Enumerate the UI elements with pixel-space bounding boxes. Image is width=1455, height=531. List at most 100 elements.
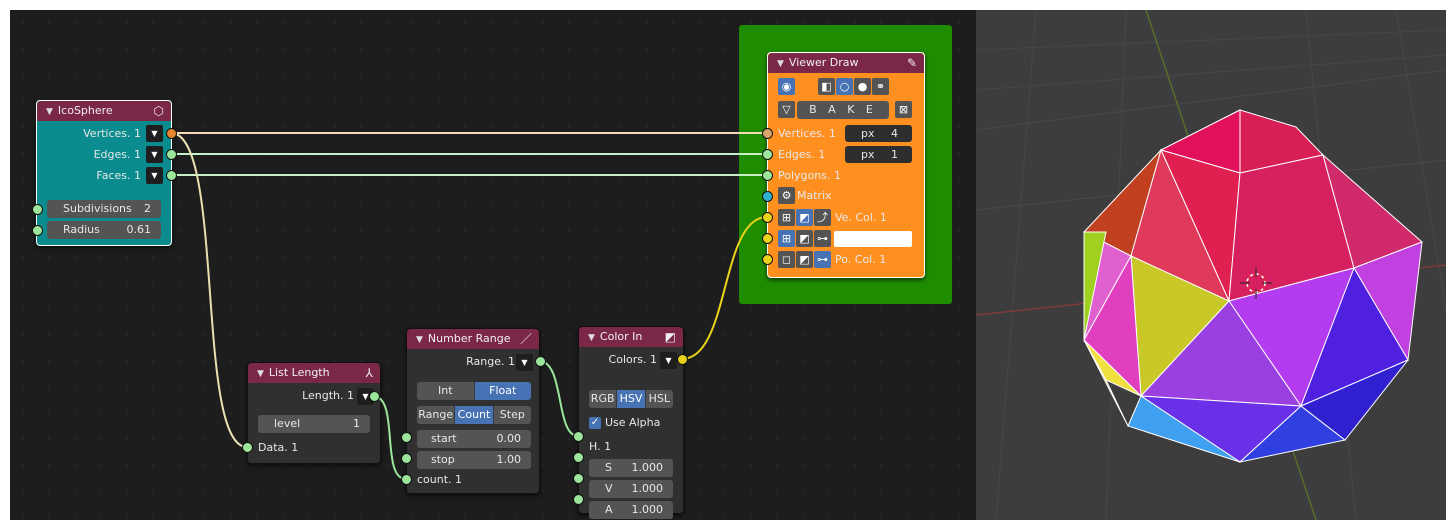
s-field[interactable]: S 1.000 (589, 459, 673, 477)
start-field[interactable]: start 0.00 (417, 430, 531, 448)
edge-color-mode-icon[interactable]: ⊞ (778, 230, 795, 247)
start-input-socket[interactable] (401, 432, 412, 443)
radius-input-socket[interactable] (32, 225, 43, 236)
edges-output-socket[interactable] (166, 149, 177, 160)
subdivisions-input-socket[interactable] (32, 204, 43, 215)
vertex-color-curve-icon[interactable]: ⤴ (814, 209, 831, 226)
vertices-input-socket[interactable] (762, 128, 773, 139)
a-input-socket[interactable] (573, 494, 584, 505)
range-mode-toggle[interactable]: Range Count Step (417, 406, 531, 424)
use-alpha-checkbox[interactable]: ✓ (589, 417, 601, 429)
start-value: 0.00 (496, 432, 522, 445)
vertices-dropdown[interactable]: ▼ (146, 125, 163, 142)
poly-color-node-icon[interactable]: ⊶ (814, 251, 831, 268)
vertex-size-field[interactable]: px 4 (845, 125, 912, 142)
stop-field[interactable]: stop 1.00 (417, 451, 531, 469)
edges-dropdown[interactable]: ▼ (146, 146, 163, 163)
edge-width-field[interactable]: px 1 (845, 146, 912, 163)
eye-toggle-icon[interactable]: ◉ (778, 78, 795, 95)
matrix-icon[interactable]: ⚙ (778, 187, 795, 204)
node-title: Viewer Draw (788, 56, 859, 69)
bake-button[interactable]: B A K E (797, 101, 889, 119)
a-field[interactable]: A 1.000 (589, 501, 673, 519)
color-mode-toggle[interactable]: RGB HSV HSL (589, 390, 673, 408)
poly-color-mode-icon[interactable]: ◻ (778, 251, 795, 268)
input-vecol-label: Ve. Col. 1 (835, 211, 887, 224)
collapse-chevron-icon[interactable]: ▼ (257, 364, 264, 384)
radius-field[interactable]: Radius 0.61 (47, 221, 161, 239)
rgb-option[interactable]: RGB (589, 390, 618, 408)
count-option[interactable]: Count (455, 406, 494, 424)
vertex-display-icon[interactable]: ◧ (818, 78, 835, 95)
int-option[interactable]: Int (417, 382, 475, 400)
s-input-socket[interactable] (573, 452, 584, 463)
input-matrix-label: Matrix (797, 189, 832, 202)
link-icon[interactable]: ⚭ (872, 78, 889, 95)
edge-display-icon[interactable]: ○ (836, 78, 853, 95)
h-input-socket[interactable] (573, 431, 584, 442)
input-h-label: H. 1 (589, 440, 612, 453)
pocol-input-socket[interactable] (762, 254, 773, 265)
hsv-option[interactable]: HSV (617, 390, 646, 408)
step-option[interactable]: Step (493, 406, 531, 424)
poly-color-shade-icon[interactable]: ◩ (796, 251, 813, 268)
edge-color-swatch[interactable] (834, 231, 912, 247)
range-option[interactable]: Range (417, 406, 456, 424)
color-in-node[interactable]: ▼ Color In ◩ Colors. 1 ▼ RGB HSV HSL ✓ Us… (578, 326, 684, 519)
vertex-color-shade-icon[interactable]: ◩ (796, 209, 813, 226)
vecol-input-socket[interactable] (762, 212, 773, 223)
icosphere-node[interactable]: ▼ IcoSphere ⬡ Vertices. 1 ▼ Edges. 1 ▼ Fa… (36, 100, 172, 246)
int-float-toggle[interactable]: Int Float (417, 382, 531, 400)
faces-dropdown[interactable]: ▼ (146, 167, 163, 184)
triangle-icon[interactable]: ▽ (778, 101, 795, 118)
vertices-output-socket[interactable] (166, 128, 177, 139)
stop-value: 1.00 (496, 453, 522, 466)
edge-color-node-icon[interactable]: ⊶ (814, 230, 831, 247)
node-editor-canvas[interactable]: ▼ IcoSphere ⬡ Vertices. 1 ▼ Edges. 1 ▼ Fa… (10, 10, 974, 520)
3d-viewport[interactable] (976, 10, 1446, 520)
number-range-header[interactable]: ▼ Number Range ／ (407, 329, 539, 349)
pencil-icon[interactable]: ✎ (907, 53, 917, 73)
range-output-socket[interactable] (535, 356, 546, 367)
viewer-draw-header[interactable]: ▼ Viewer Draw ✎ (768, 53, 924, 73)
color-in-header[interactable]: ▼ Color In ◩ (579, 327, 683, 347)
hsl-option[interactable]: HSL (645, 390, 673, 408)
data-input-socket[interactable] (242, 442, 253, 453)
vertex-color-mode-icon[interactable]: ⊞ (778, 209, 795, 226)
collapse-chevron-icon[interactable]: ▼ (416, 330, 423, 350)
float-option[interactable]: Float (474, 382, 531, 400)
stop-label: stop (431, 453, 455, 466)
colors-dropdown[interactable]: ▼ (660, 352, 677, 369)
stop-input-socket[interactable] (401, 453, 412, 464)
v-field[interactable]: V 1.000 (589, 480, 673, 498)
list-length-node[interactable]: ▼ List Length ⅄ Length. 1 ▼ level 1 Data.… (247, 362, 381, 464)
viewer-draw-node[interactable]: ▼ Viewer Draw ✎ ◉ ◧ ○ ● ⚭ ▽ B A K E ⊠ Ver… (767, 52, 925, 278)
level-field[interactable]: level 1 (258, 415, 370, 433)
matrix-input-socket[interactable] (762, 191, 773, 202)
subdivisions-field[interactable]: Subdivisions 2 (47, 200, 161, 218)
v-input-socket[interactable] (573, 473, 584, 484)
colors-output-socket[interactable] (677, 354, 688, 365)
bake-options-icon[interactable]: ⊠ (895, 101, 912, 118)
number-range-node[interactable]: ▼ Number Range ／ Range. 1 ▼ Int Float Ran… (406, 328, 540, 494)
polygons-input-socket[interactable] (762, 170, 773, 181)
input-edges-label: Edges. 1 (778, 148, 826, 161)
node-title: IcoSphere (57, 104, 113, 117)
edge-color-shade-icon[interactable]: ◩ (796, 230, 813, 247)
length-output-socket[interactable] (369, 391, 380, 402)
edges-input-socket[interactable] (762, 149, 773, 160)
collapse-chevron-icon[interactable]: ▼ (588, 328, 595, 348)
level-value: 1 (353, 417, 360, 430)
radius-label: Radius (63, 223, 100, 236)
count-input-socket[interactable] (401, 474, 412, 485)
vertex-size-value: 4 (891, 127, 898, 140)
face-display-icon[interactable]: ● (854, 78, 871, 95)
faces-output-socket[interactable] (166, 170, 177, 181)
range-dropdown[interactable]: ▼ (516, 354, 533, 371)
list-length-header[interactable]: ▼ List Length ⅄ (248, 363, 380, 383)
v-label: V (605, 482, 613, 495)
edgecol-input-socket[interactable] (762, 233, 773, 244)
icosphere-header[interactable]: ▼ IcoSphere ⬡ (37, 101, 171, 121)
collapse-chevron-icon[interactable]: ▼ (777, 54, 784, 74)
collapse-chevron-icon[interactable]: ▼ (46, 102, 53, 122)
